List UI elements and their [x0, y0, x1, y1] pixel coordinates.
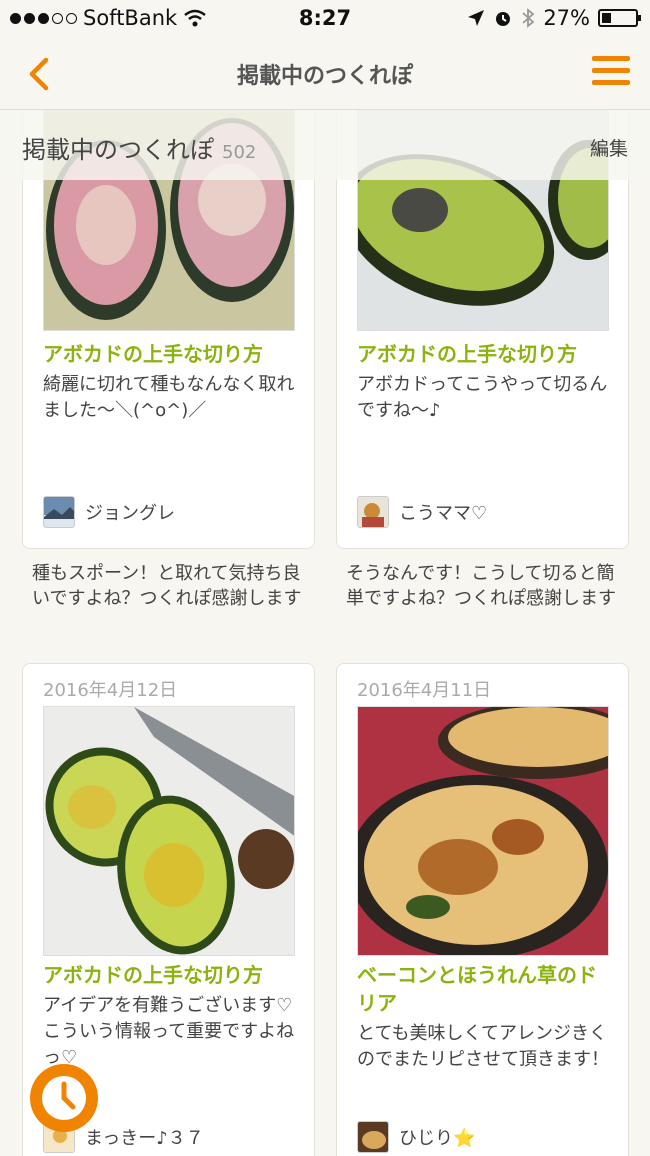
avatar	[357, 496, 389, 528]
section-header: 掲載中のつくれぽ 502 編集	[0, 110, 650, 180]
author-reply: そうなんです！こうして切ると簡単ですよね？つくれぽ感謝します	[346, 563, 616, 609]
history-button[interactable]	[30, 1064, 98, 1132]
author[interactable]: ひじり⭐	[357, 1121, 475, 1153]
recipe-photo[interactable]	[43, 706, 295, 956]
bluetooth-icon	[522, 8, 535, 28]
author-reply: 種もスポーン！と取れて気持ち良いですよね？つくれぽ感謝します	[32, 563, 302, 609]
recipe-title[interactable]: アボカドの上手な切り方	[43, 961, 303, 989]
page-title: 掲載中のつくれぽ	[236, 64, 413, 89]
location-arrow-icon	[468, 10, 485, 26]
edit-button[interactable]: 編集	[590, 134, 628, 161]
tsukurepo-comment: 綺麗に切れて種もなんなく取れました〜＼(^o^)／	[43, 374, 295, 421]
avatar	[357, 1121, 389, 1153]
recipe-title[interactable]: ベーコンとほうれん草のドリア	[357, 961, 612, 1017]
tsukurepo-comment: とても美味しくてアレンジきくのでまたリピさせて頂きます！	[357, 1023, 609, 1070]
author-name: まっきー♪３７	[85, 1128, 204, 1149]
recipe-title[interactable]: アボカドの上手な切り方	[357, 340, 617, 368]
author-name: ジョングレ	[85, 503, 175, 524]
recipe-photo[interactable]	[357, 706, 609, 956]
tsukurepo-comment: アボカドってこうやって切るんですね〜♪	[357, 374, 608, 421]
clock-icon	[42, 1076, 86, 1120]
battery-icon	[598, 9, 641, 27]
author-name: こうママ♡	[399, 503, 488, 524]
author[interactable]: ジョングレ	[43, 496, 175, 528]
tsukurepo-comment: アイデアを有難うございます♡こういう情報って重要ですよねっ♡	[43, 995, 295, 1068]
post-date: 2016年4月12日	[43, 680, 178, 701]
hamburger-icon	[592, 56, 630, 85]
nav-bar: 掲載中のつくれぽ	[0, 36, 650, 110]
section-title: 掲載中のつくれぽ	[22, 136, 214, 164]
author-name: ひじり⭐	[399, 1128, 476, 1149]
tsukurepo-card[interactable]: 2016年4月11日 ベーコンとほうれん草のドリア とても美味しくてアレンジきく…	[336, 663, 629, 1156]
status-bar: SoftBank 8:27 27%	[0, 0, 650, 36]
recipe-title[interactable]: アボカドの上手な切り方	[43, 340, 303, 368]
menu-button[interactable]	[592, 56, 630, 90]
author[interactable]: こうママ♡	[357, 496, 487, 528]
alarm-icon	[496, 12, 511, 26]
avatar	[43, 496, 75, 528]
post-date: 2016年4月11日	[357, 680, 492, 701]
tsukurepo-grid: アボカドの上手な切り方 綺麗に切れて種もなんなく取れました〜＼(^o^)／ ジョ…	[0, 110, 650, 1156]
battery-percent: 27%	[543, 6, 590, 30]
tsukurepo-count: 502	[222, 142, 257, 163]
